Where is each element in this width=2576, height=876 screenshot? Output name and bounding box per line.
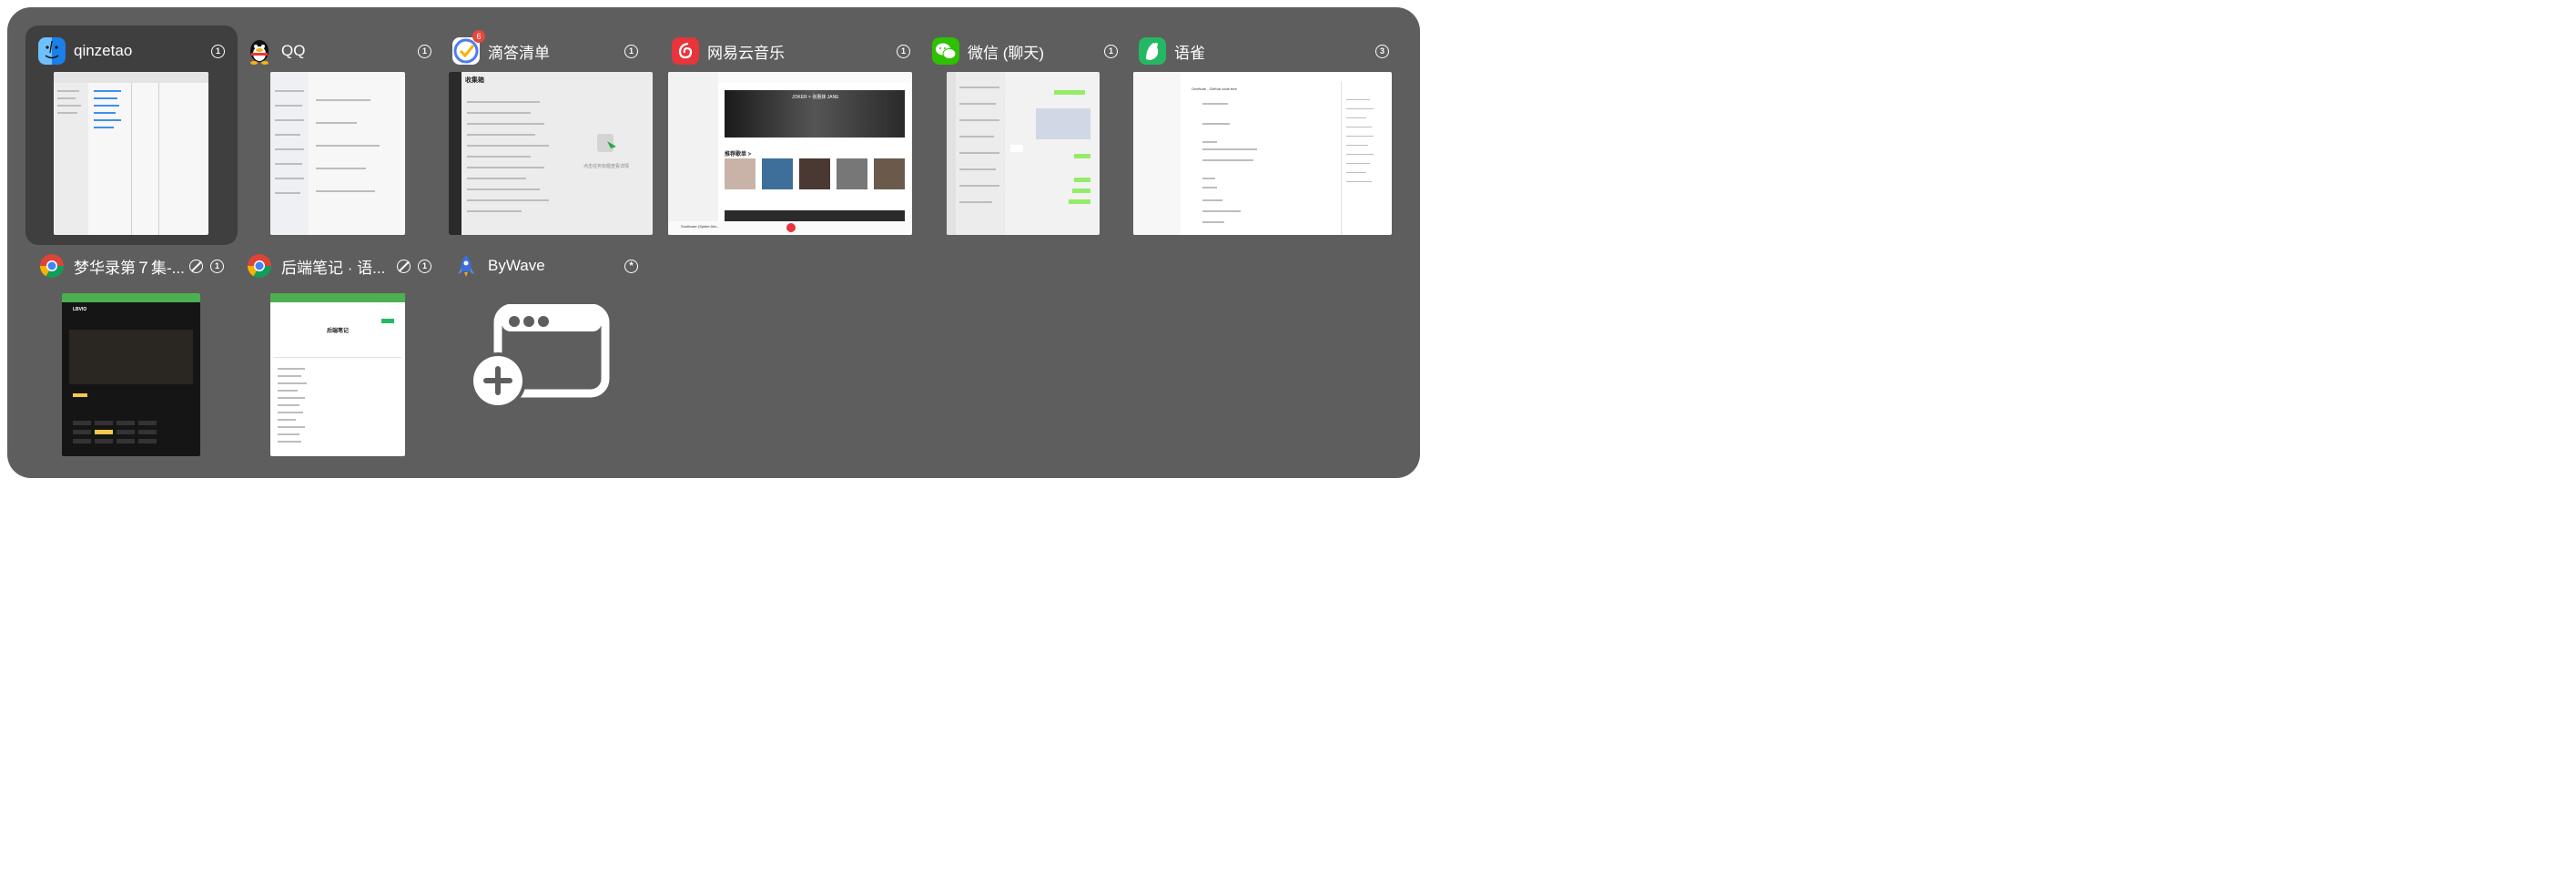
- ticktick-icon: 6: [452, 30, 485, 65]
- window-count-badge: 3: [1375, 44, 1389, 58]
- app-name: QQ: [281, 42, 306, 59]
- qq-penguin-icon: [246, 37, 273, 65]
- player-track: Sunflower (Spider-Ma...: [681, 224, 720, 229]
- app-name: ByWave: [488, 257, 545, 274]
- window-tile-bywave[interactable]: ByWave *: [440, 240, 651, 460]
- no-entry-icon: [189, 259, 203, 273]
- window-count-badge: 1: [1104, 44, 1118, 58]
- banner-text: JOKER × 张惠妹 JANE: [792, 95, 839, 100]
- netease-music-icon: [672, 37, 699, 65]
- window-thumbnail: JOKER × 张惠妹 JANE 推荐歌单 > Sunflower (Spide…: [668, 72, 912, 235]
- yuque-icon: [1139, 37, 1166, 65]
- window-tile-wechat[interactable]: 微信 (聊天) 1: [919, 25, 1131, 245]
- site-logo: LBVIO: [73, 307, 87, 312]
- window-thumbnail: [54, 72, 208, 235]
- window-tile-ticktick[interactable]: 6 滴答清单 1 收集箱 点击任务标题查看详情: [440, 25, 653, 245]
- new-window-icon[interactable]: [467, 304, 613, 413]
- app-name: 后端笔记 · 语...: [281, 259, 386, 277]
- rocket-icon: [452, 252, 480, 280]
- wechat-icon: [932, 37, 959, 65]
- app-name: 语雀: [1174, 44, 1205, 62]
- window-tile-yuque[interactable]: 语雀 3 OneNote - GitHub code tree: [1126, 25, 1402, 245]
- window-tile-finder[interactable]: qinzetao 1: [25, 25, 238, 245]
- window-count-badge: 1: [418, 44, 431, 58]
- window-tile-chrome-notes[interactable]: 后端笔记 · 语... 1 后端笔记: [233, 240, 444, 460]
- doc-heading: OneNote - GitHub code tree: [1192, 87, 1237, 91]
- app-name: 滴答清单: [488, 44, 550, 62]
- app-name: 梦华录第７集-...: [74, 259, 185, 277]
- window-thumbnail: [270, 72, 405, 235]
- no-entry-icon: [397, 259, 411, 273]
- finder-icon: [38, 37, 66, 65]
- app-switcher-panel: qinzetao 1 QQ 1 6 滴答清单 1 收集箱 点击任务标题查看详情 …: [7, 7, 1420, 478]
- window-thumbnail: LBVIO: [62, 293, 200, 456]
- chrome-icon: [246, 252, 273, 280]
- asterisk-icon: *: [624, 259, 638, 273]
- app-name: 网易云音乐: [707, 44, 785, 62]
- window-thumbnail: OneNote - GitHub code tree: [1133, 72, 1392, 235]
- section-title: 推荐歌单 >: [725, 152, 752, 158]
- app-name: qinzetao: [74, 42, 133, 59]
- notification-badge: 6: [472, 30, 485, 43]
- empty-hint-text: 点击任务标题查看详情: [583, 164, 630, 169]
- window-count-badge: 1: [210, 259, 224, 273]
- doc-title: 后端笔记: [327, 329, 350, 334]
- window-tile-netease-music[interactable]: 网易云音乐 1 JOKER × 张惠妹 JANE 推荐歌单 > Sunflowe…: [659, 25, 923, 245]
- window-thumbnail: [947, 72, 1100, 235]
- window-thumbnail: 收集箱 点击任务标题查看详情: [449, 72, 653, 235]
- app-name: 微信 (聊天): [968, 44, 1045, 62]
- window-count-badge: 1: [418, 259, 431, 273]
- window-count-badge: 1: [624, 44, 638, 58]
- window-thumbnail: 后端笔记: [270, 293, 405, 456]
- chrome-icon: [38, 252, 66, 280]
- window-tile-qq[interactable]: QQ 1: [233, 25, 444, 245]
- window-tile-chrome-drama[interactable]: 梦华录第７集-... 1 LBVIO: [25, 240, 237, 460]
- ticktick-list-title: 收集箱: [465, 77, 484, 84]
- window-count-badge: 1: [897, 44, 910, 58]
- window-count-badge: 1: [211, 44, 225, 58]
